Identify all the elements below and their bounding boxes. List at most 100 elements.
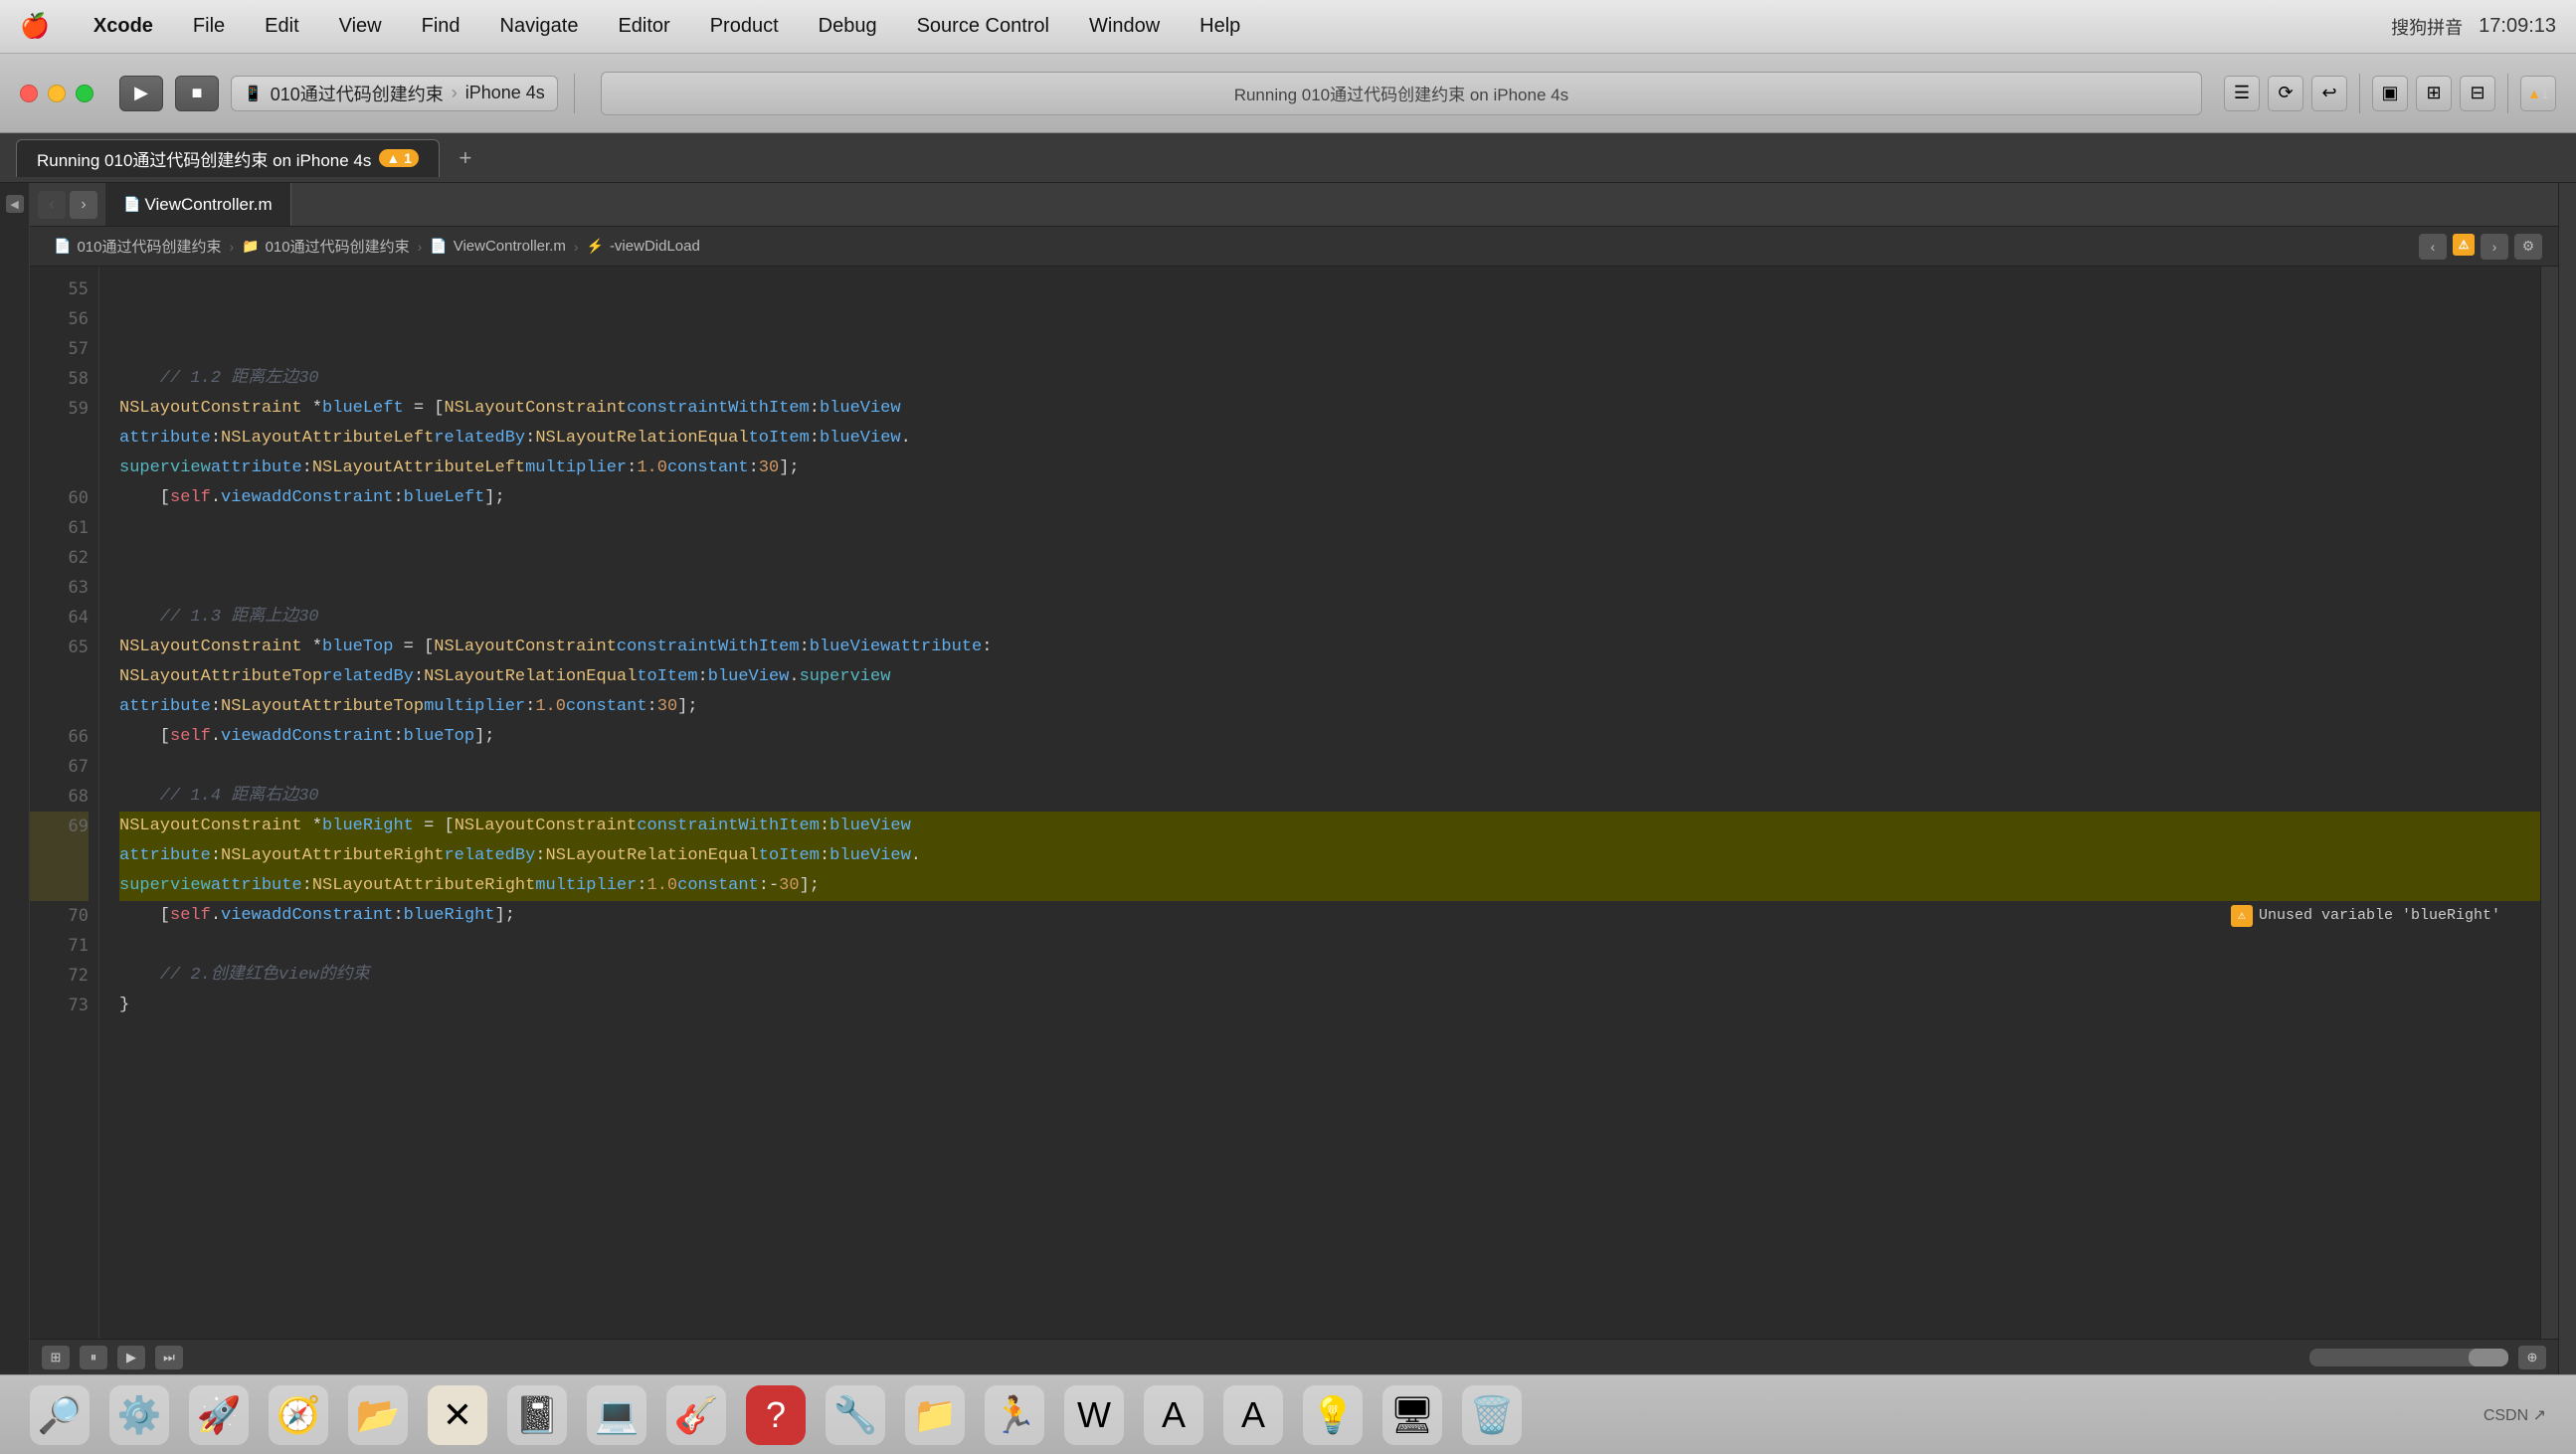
settings-btn[interactable]: ⚙ xyxy=(2514,234,2542,260)
menu-edit[interactable]: Edit xyxy=(259,11,304,42)
dock: 🔎 ⚙️ 🚀 🧭 📂 ✕ 📓 💻 🎸 ? 🔧 📁 🏃 W A A 💡 🖥 🗑️ … xyxy=(0,1374,2576,1454)
dock-launchpad[interactable]: 🚀 xyxy=(189,1385,249,1445)
fullscreen-button[interactable] xyxy=(76,85,93,102)
single-editor-btn[interactable]: ▣ xyxy=(2372,76,2408,111)
menu-find[interactable]: Find xyxy=(416,11,466,42)
menu-editor[interactable]: Editor xyxy=(612,11,675,42)
assistant-editor-btn[interactable]: ⊞ xyxy=(2416,76,2452,111)
menu-navigate[interactable]: Navigate xyxy=(494,11,585,42)
warning-badge[interactable]: ▲ 1 xyxy=(2520,76,2556,111)
dock-app17[interactable]: 🖥 xyxy=(1382,1385,1442,1445)
version-editor-btn[interactable]: ⊟ xyxy=(2460,76,2495,111)
menu-file[interactable]: File xyxy=(187,11,231,42)
dock-app5[interactable]: ✕ xyxy=(428,1385,487,1445)
input-method-indicator: 搜狗拼音 xyxy=(2391,14,2463,40)
stop-button[interactable]: ■ xyxy=(175,76,219,111)
breakpoints-btn[interactable]: ⏸ xyxy=(80,1346,107,1369)
dock-app15[interactable]: A xyxy=(1223,1385,1283,1445)
tab-bar: Running 010通过代码创建约束 on iPhone 4s ▲ 1 + xyxy=(0,133,2576,183)
xcode-window: ▶ ■ 📱 010通过代码创建约束 › iPhone 4s Running 01… xyxy=(0,54,2576,1454)
close-button[interactable] xyxy=(20,85,38,102)
dock-app16[interactable]: 💡 xyxy=(1303,1385,1363,1445)
dock-trash[interactable]: 🗑️ xyxy=(1462,1385,1522,1445)
code-editor[interactable]: 55565758596061626364656667686970717273 /… xyxy=(30,267,2558,1339)
menu-view[interactable]: View xyxy=(333,11,388,42)
file-tab-row: ‹ › 📄 ViewController.m xyxy=(30,183,2558,227)
dock-files[interactable]: 📂 xyxy=(348,1385,408,1445)
toolbar-right-icons: ☰ ⟳ ↩ ▣ ⊞ ⊟ ▲ 1 xyxy=(2224,74,2556,113)
separator xyxy=(574,74,575,113)
breadcrumb-folder[interactable]: 📁 010通过代码创建约束 xyxy=(234,234,417,259)
left-gutter-toggle[interactable]: ◀ xyxy=(6,195,24,213)
breadcrumb-file[interactable]: 📄 ViewController.m xyxy=(422,236,574,257)
toolbar: ▶ ■ 📱 010通过代码创建约束 › iPhone 4s Running 01… xyxy=(0,54,2576,133)
play-btn[interactable]: ▶ xyxy=(117,1346,145,1369)
split-view-btn[interactable]: ⊞ xyxy=(42,1346,70,1369)
scheme-selector[interactable]: 📱 010通过代码创建约束 › iPhone 4s xyxy=(231,76,558,111)
separator3 xyxy=(2507,74,2508,113)
status-area: Running 010通过代码创建约束 on iPhone 4s xyxy=(601,72,2202,115)
editor-area: ‹ › 📄 ViewController.m 📄 010通过代码创建约束 › 📁 xyxy=(30,183,2558,1374)
breadcrumb: 📄 010通过代码创建约束 › 📁 010通过代码创建约束 › 📄 ViewCo… xyxy=(30,227,2558,267)
tab-label: Running 010通过代码创建约束 on iPhone 4s xyxy=(37,146,371,171)
right-sidebar-strip xyxy=(2558,183,2576,1374)
status-text: Running 010通过代码创建约束 on iPhone 4s xyxy=(1234,81,1568,105)
menu-help[interactable]: Help xyxy=(1194,11,1246,42)
next-issue-btn[interactable]: › xyxy=(2481,234,2508,260)
device-label: iPhone 4s xyxy=(465,83,545,103)
dock-onenote[interactable]: 📓 xyxy=(507,1385,567,1445)
dock-finder[interactable]: 🔎 xyxy=(30,1385,90,1445)
debug-toggle[interactable]: ⟳ xyxy=(2268,76,2303,111)
prev-issue-btn[interactable]: ‹ xyxy=(2419,234,2447,260)
warning-message: ⚠ Unused variable 'blueRight' xyxy=(2231,901,2500,931)
add-tab-button[interactable]: + xyxy=(450,142,481,174)
menubar-right: 搜狗拼音 17:09:13 xyxy=(2391,14,2556,40)
clock: 17:09:13 xyxy=(2479,15,2556,38)
dock-terminal[interactable]: 💻 xyxy=(587,1385,646,1445)
nav-arrows: ‹ › xyxy=(38,191,97,219)
menu-source-control[interactable]: Source Control xyxy=(911,11,1055,42)
line-numbers: 55565758596061626364656667686970717273 xyxy=(30,267,99,1339)
apple-menu[interactable]: 🍎 xyxy=(20,12,50,41)
nav-back-btn[interactable]: ‹ xyxy=(38,191,66,219)
editor-bottom-bar: ⊞ ⏸ ▶ ⏭ ⊕ xyxy=(30,1339,2558,1374)
run-button[interactable]: ▶ xyxy=(119,76,163,111)
breadcrumb-label-4: -viewDidLoad xyxy=(610,238,700,255)
breadcrumb-method[interactable]: ⚡ -viewDidLoad xyxy=(579,236,708,257)
scheme-label: 010通过代码创建约束 xyxy=(271,81,444,106)
minimize-button[interactable] xyxy=(48,85,66,102)
dock-app9[interactable]: ? xyxy=(746,1385,806,1445)
menubar: 🍎 Xcode File Edit View Find Navigate Edi… xyxy=(0,0,2576,54)
scrollbar[interactable] xyxy=(2540,267,2558,1339)
breakpoint-toggle[interactable]: ↩ xyxy=(2311,76,2347,111)
dock-settings[interactable]: ⚙️ xyxy=(109,1385,169,1445)
menu-window[interactable]: Window xyxy=(1083,11,1166,42)
file-tab-viewcontroller[interactable]: 📄 ViewController.m xyxy=(105,183,291,226)
left-sidebar-strip: ◀ xyxy=(0,183,30,1374)
zoom-btn[interactable]: ⊕ xyxy=(2518,1346,2546,1369)
dock-word[interactable]: W xyxy=(1064,1385,1124,1445)
step-over-btn[interactable]: ⏭ xyxy=(155,1346,183,1369)
scrollbar-horizontal[interactable] xyxy=(2309,1349,2508,1366)
dock-app8[interactable]: 🎸 xyxy=(666,1385,726,1445)
dock-app14[interactable]: A xyxy=(1144,1385,1203,1445)
file-tab-label: ViewController.m xyxy=(144,195,272,215)
menu-xcode[interactable]: Xcode xyxy=(88,11,159,42)
warning-indicator: ⚠ xyxy=(2453,234,2475,256)
tab-running[interactable]: Running 010通过代码创建约束 on iPhone 4s ▲ 1 xyxy=(16,139,440,177)
nav-forward-btn[interactable]: › xyxy=(70,191,97,219)
breadcrumb-right-controls: ‹ ⚠ › ⚙ xyxy=(2419,234,2542,260)
menu-product[interactable]: Product xyxy=(704,11,785,42)
navigator-toggle[interactable]: ☰ xyxy=(2224,76,2260,111)
dock-app10[interactable]: 🔧 xyxy=(826,1385,885,1445)
csdn-badge: CSDN ↗ xyxy=(2484,1405,2546,1425)
menu-debug[interactable]: Debug xyxy=(813,11,883,42)
tab-warning-badge: ▲ 1 xyxy=(379,149,419,167)
code-content[interactable]: // 1.2 距离左边30 NSLayoutConstraint *blueLe… xyxy=(99,267,2540,1339)
dock-filezilla[interactable]: 📁 xyxy=(905,1385,965,1445)
breadcrumb-label-2: 010通过代码创建约束 xyxy=(266,236,410,257)
dock-app12[interactable]: 🏃 xyxy=(985,1385,1044,1445)
dock-safari[interactable]: 🧭 xyxy=(269,1385,328,1445)
breadcrumb-project[interactable]: 📄 010通过代码创建约束 xyxy=(46,234,229,259)
breadcrumb-label-3: ViewController.m xyxy=(454,238,566,255)
